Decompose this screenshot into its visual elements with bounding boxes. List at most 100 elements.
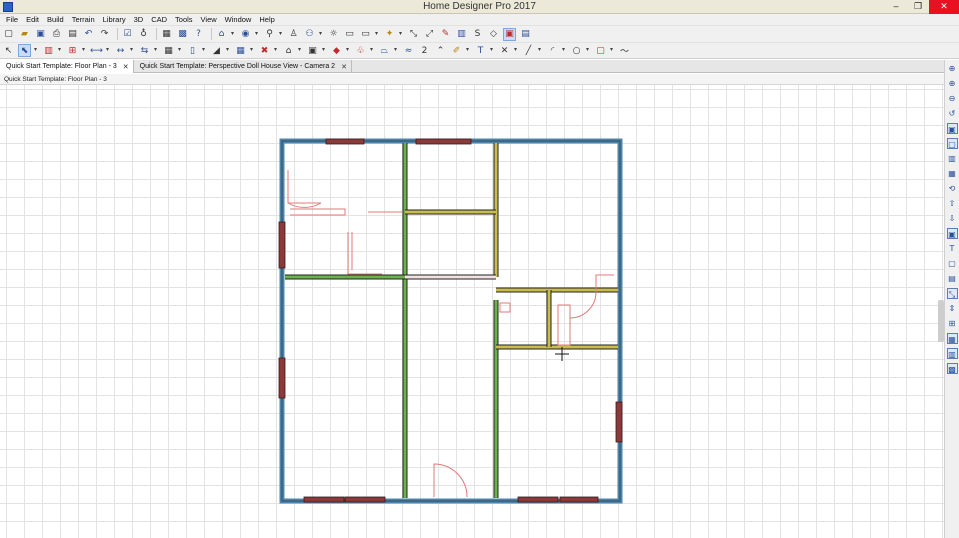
- menu-3d[interactable]: 3D: [131, 14, 149, 25]
- fixture-shower[interactable]: [557, 304, 571, 346]
- arrow-icon[interactable]: ⇆: [138, 44, 151, 57]
- fill-icon[interactable]: ≈: [402, 44, 415, 57]
- help-icon[interactable]: ?: [192, 28, 205, 41]
- fill-window-building-icon[interactable]: ▢: [946, 138, 958, 149]
- menu-window[interactable]: Window: [222, 14, 257, 25]
- eraser-icon[interactable]: ◇: [487, 28, 500, 41]
- dropdown-arrow-icon[interactable]: ▾: [610, 44, 615, 57]
- dropdown-arrow-icon[interactable]: ▾: [514, 44, 519, 57]
- close-button[interactable]: ✕: [929, 0, 959, 14]
- door-tool-icon[interactable]: ▯: [186, 44, 199, 57]
- view-icon[interactable]: ▣: [946, 228, 958, 239]
- dropdown-arrow-icon[interactable]: ▾: [399, 28, 404, 41]
- shape-icon[interactable]: ⏢: [378, 44, 391, 57]
- dropdown-arrow-icon[interactable]: ▾: [82, 44, 87, 57]
- scroll-icon[interactable]: ⇕: [947, 303, 958, 314]
- dropdown-arrow-icon[interactable]: ▾: [346, 44, 351, 57]
- dropdown-arrow-icon[interactable]: ▾: [255, 28, 260, 41]
- exterior-wall[interactable]: [279, 138, 623, 504]
- zoom-out-icon[interactable]: ⊖: [947, 93, 958, 104]
- elevation-icon[interactable]: ⌃: [434, 44, 447, 57]
- fixture-toilet[interactable]: [499, 302, 511, 313]
- dropdown-arrow-icon[interactable]: ▾: [130, 44, 135, 57]
- minimize-button[interactable]: –: [885, 0, 907, 14]
- dropdown-arrow-icon[interactable]: ▾: [370, 44, 375, 57]
- dropdown-arrow-icon[interactable]: ▾: [231, 28, 236, 41]
- dropdown-arrow-icon[interactable]: ▾: [319, 28, 324, 41]
- floor-plan-drawing[interactable]: [0, 85, 944, 538]
- door-swing-bath[interactable]: [569, 291, 597, 319]
- pan-window-icon[interactable]: ▥: [947, 153, 958, 164]
- circle-tool-icon[interactable]: ○: [570, 44, 583, 57]
- print-area-icon[interactable]: ▢: [947, 258, 958, 269]
- dropdown-arrow-icon[interactable]: ▾: [538, 44, 543, 57]
- fill-window-icon[interactable]: ▣: [946, 123, 958, 134]
- layout-icon[interactable]: ▦: [160, 28, 173, 41]
- dropdown-arrow-icon[interactable]: ▾: [298, 44, 303, 57]
- window-bottom-2[interactable]: [344, 496, 386, 503]
- dropdown-arrow-icon[interactable]: ▾: [375, 28, 380, 41]
- tab-document-2[interactable]: Quick Start Template: Perspective Doll H…: [134, 60, 352, 73]
- refresh-icon[interactable]: ⟲: [947, 183, 958, 194]
- drawing-canvas[interactable]: [0, 85, 944, 538]
- title-bar[interactable]: Home Designer Pro 2017 – ❐ ✕: [0, 0, 959, 14]
- layer-display-icon[interactable]: ▤: [519, 28, 532, 41]
- plan-icon[interactable]: ⊞: [947, 318, 958, 329]
- roof-tool-icon[interactable]: ⌂: [282, 44, 295, 57]
- window-tool-icon[interactable]: ▦: [234, 44, 247, 57]
- tab-close-icon[interactable]: ✕: [341, 63, 347, 71]
- stair-tool-icon[interactable]: ◢: [210, 44, 223, 57]
- print-preview-icon[interactable]: ▤: [66, 28, 79, 41]
- paint-icon[interactable]: ✎: [439, 28, 452, 41]
- new-file-icon[interactable]: ▢: [2, 28, 15, 41]
- up-floor-icon[interactable]: ⇧: [947, 198, 958, 209]
- select-objects-icon[interactable]: ↖: [2, 44, 15, 57]
- menu-help[interactable]: Help: [256, 14, 279, 25]
- camera-icon[interactable]: ◉: [239, 28, 252, 41]
- dropdown-arrow-icon[interactable]: ▾: [154, 44, 159, 57]
- menu-edit[interactable]: Edit: [23, 14, 44, 25]
- door-swing-entry[interactable]: [433, 463, 468, 498]
- grid-icon[interactable]: ▩: [946, 363, 958, 374]
- fixture-icon[interactable]: ✖: [258, 44, 271, 57]
- line-dimension-icon[interactable]: ↔: [114, 44, 127, 57]
- menu-build[interactable]: Build: [44, 14, 69, 25]
- menu-terrain[interactable]: Terrain: [69, 14, 100, 25]
- resize-icon[interactable]: ⤡: [946, 288, 958, 299]
- rectangle-icon[interactable]: ▭: [343, 28, 356, 41]
- walkthrough-icon[interactable]: ⚲: [263, 28, 276, 41]
- dropdown-arrow-icon[interactable]: ▾: [322, 44, 327, 57]
- window-bottom-4[interactable]: [559, 496, 599, 503]
- deck-tool-icon[interactable]: ♧: [354, 44, 367, 57]
- library-icon[interactable]: ▥: [455, 28, 468, 41]
- measure-icon[interactable]: ✐: [450, 44, 463, 57]
- door-swing-left-room[interactable]: [287, 170, 322, 208]
- tab-close-icon[interactable]: ✕: [123, 63, 129, 71]
- framing-icon[interactable]: ▣: [306, 44, 319, 57]
- room-tool-icon[interactable]: ⊞: [66, 44, 79, 57]
- undo-icon[interactable]: ↶: [82, 28, 95, 41]
- exterior-wall-outline[interactable]: [281, 140, 621, 502]
- undo-zoom-icon[interactable]: ↺: [947, 108, 958, 119]
- zoom-icon[interactable]: ⊕: [947, 63, 958, 74]
- text-tool-icon[interactable]: T: [474, 44, 487, 57]
- text-icon[interactable]: 2: [418, 44, 431, 57]
- save-icon[interactable]: ▣: [34, 28, 47, 41]
- lightbulb-icon[interactable]: ♁: [137, 28, 150, 41]
- elevation-view-icon[interactable]: ▦: [946, 333, 958, 344]
- line-tool-icon[interactable]: ╱: [522, 44, 535, 57]
- menu-view[interactable]: View: [198, 14, 222, 25]
- dropdown-arrow-icon[interactable]: ▾: [202, 44, 207, 57]
- zoom-in-icon[interactable]: ⊕: [947, 78, 958, 89]
- select-edit-icon[interactable]: ⬉: [18, 44, 31, 57]
- dimension-line-2[interactable]: [347, 232, 382, 275]
- section-icon[interactable]: ▥: [946, 348, 958, 359]
- resize-icon[interactable]: ⤡: [407, 28, 420, 41]
- window-bottom-1[interactable]: [303, 496, 345, 503]
- display-icon[interactable]: ▭: [359, 28, 372, 41]
- arc-tool-icon[interactable]: ◜: [546, 44, 559, 57]
- window-left-1[interactable]: [278, 221, 286, 269]
- active-layer-icon[interactable]: ▣: [503, 27, 516, 41]
- walk-icon[interactable]: ♙: [287, 28, 300, 41]
- down-floor-icon[interactable]: ⇩: [947, 213, 958, 224]
